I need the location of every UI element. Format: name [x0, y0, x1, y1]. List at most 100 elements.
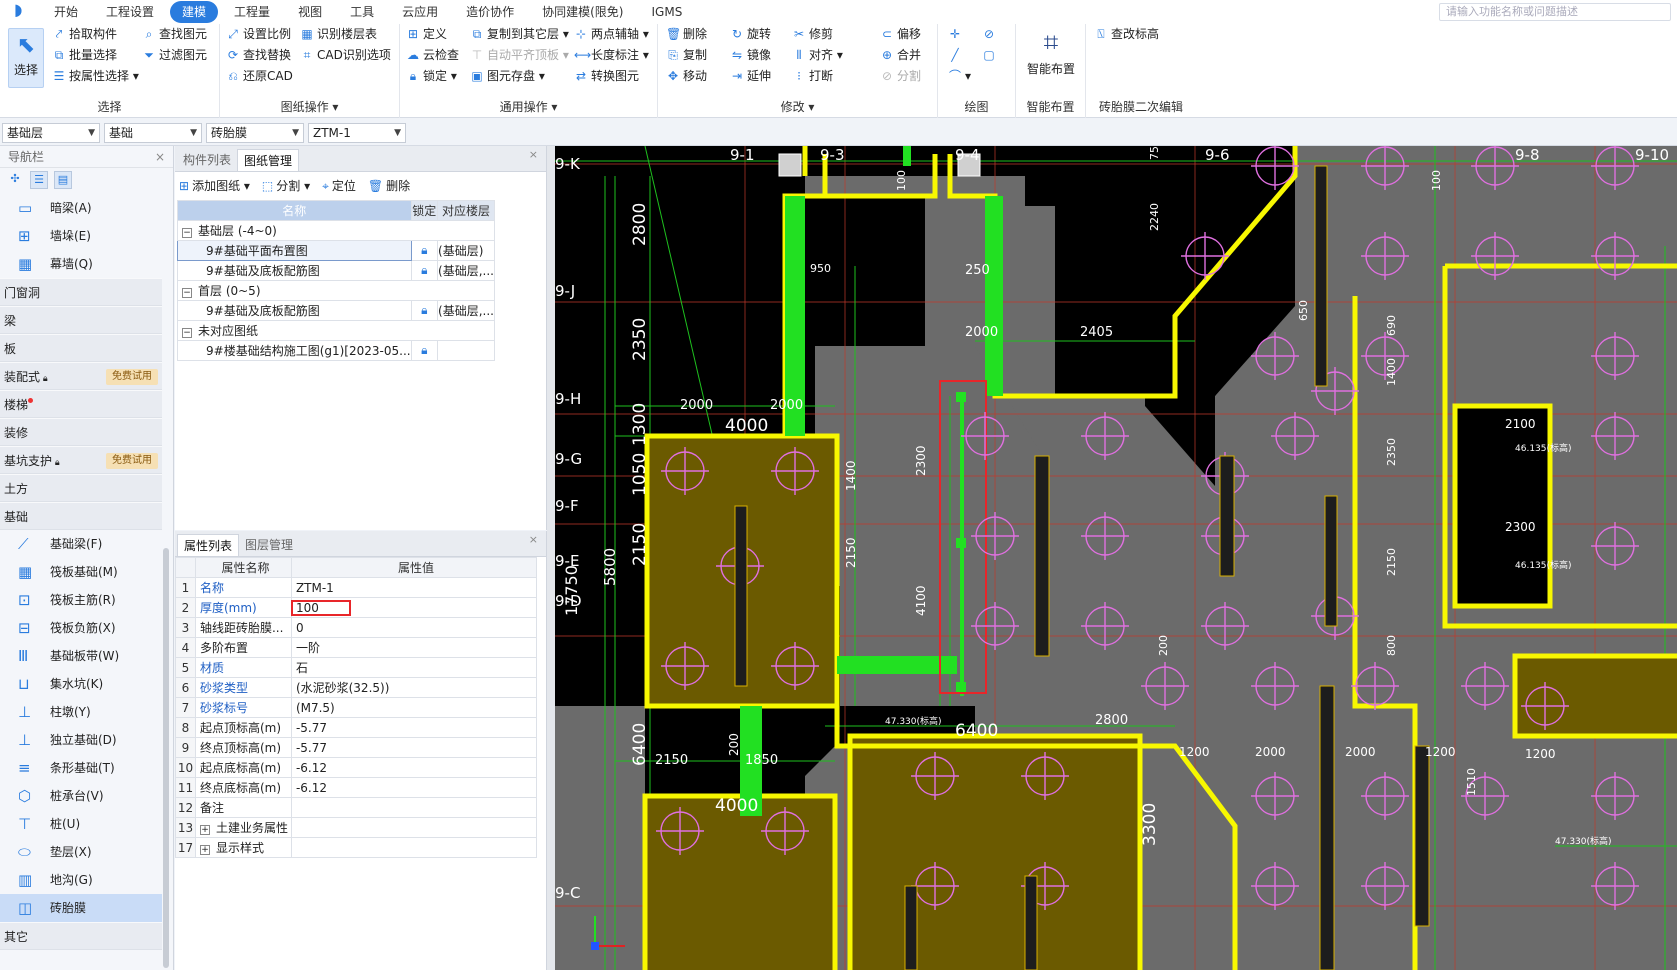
property-row[interactable]: 5 材质 石	[175, 657, 538, 678]
select-by-property-button[interactable]: ☰ 按属性选择 ▾	[52, 66, 139, 86]
property-value[interactable]: -5.77	[290, 737, 538, 758]
property-row[interactable]: 1 名称 ZTM-1	[175, 577, 538, 598]
two-point-axis-button[interactable]: ⊹ 两点辅轴 ▾	[574, 24, 649, 44]
tab-layer-management[interactable]: 图层管理	[239, 534, 299, 556]
copy-to-other-floor-button[interactable]: ⧉ 复制到其它层 ▾	[470, 24, 569, 44]
property-value[interactable]: 0	[290, 617, 538, 638]
property-row[interactable]: 9 终点顶标高(m) -5.77	[175, 737, 538, 758]
property-value[interactable]: (水泥砂浆(32.5))	[290, 677, 538, 698]
expand-icon[interactable]: +	[199, 845, 210, 855]
nav-item-15[interactable]: ⊟ 筏板负筋(X)	[0, 614, 162, 642]
property-row[interactable]: 12 备注	[175, 797, 538, 818]
list-view-icon[interactable]: ☰	[30, 171, 48, 189]
nav-item-4[interactable]: 梁	[0, 306, 162, 334]
property-row[interactable]: 8 起点顶标高(m) -5.77	[175, 717, 538, 738]
property-row[interactable]: 11 终点底标高(m) -6.12	[175, 777, 538, 798]
lock-icon[interactable]: 🔒︎	[410, 300, 439, 321]
move-button[interactable]: ✥ 移动	[666, 66, 707, 86]
free-trial-badge[interactable]: 免费试用	[106, 369, 158, 385]
property-row[interactable]: 2 厚度(mm) 100	[175, 597, 538, 618]
menu-tab-4[interactable]: 视图	[284, 1, 336, 23]
collapse-icon[interactable]: −	[182, 328, 192, 338]
copy-button[interactable]: ⎘ 复制	[666, 45, 707, 65]
arc-tool[interactable]: ⌒ ▾	[948, 66, 971, 86]
mirror-button[interactable]: ⇋ 镜像	[730, 45, 771, 65]
column-header-lock[interactable]: 锁定	[410, 200, 439, 221]
nav-item-12[interactable]: ⟋ 基础梁(F)	[0, 530, 162, 558]
line-tool[interactable]: ╱	[948, 45, 965, 65]
nav-item-17[interactable]: ⊔ 集水坑(K)	[0, 670, 162, 698]
menu-tab-7[interactable]: 造价协作	[452, 1, 528, 23]
restore-cad-button[interactable]: ⎌ 还原CAD	[226, 66, 293, 86]
nav-item-23[interactable]: ⬭ 垫层(X)	[0, 838, 162, 866]
tab-property-list[interactable]: 属性列表	[177, 534, 240, 556]
point-tool[interactable]: ✛	[948, 24, 965, 44]
type-select[interactable]: 砖胎膜 ▼	[206, 123, 304, 143]
menu-tab-2[interactable]: 建模	[170, 1, 219, 23]
expand-icon[interactable]: +	[199, 825, 210, 835]
property-row[interactable]: 3 轴线距砖胎膜... 0	[175, 617, 538, 638]
auto-align-top-button[interactable]: ⊤ 自动平齐顶板 ▾	[470, 45, 569, 65]
nav-item-18[interactable]: ⊥ 柱墩(Y)	[0, 698, 162, 726]
locate-button[interactable]: ⌖ 定位	[322, 177, 356, 194]
cad-options-button[interactable]: ⌗ CAD识别选项	[300, 45, 391, 65]
nav-item-8[interactable]: 装修	[0, 418, 162, 446]
rotate-button[interactable]: ↻ 旋转	[730, 24, 771, 44]
rect-tool[interactable]: ▢	[982, 45, 999, 65]
property-value[interactable]: ZTM-1	[290, 577, 538, 598]
nav-item-16[interactable]: Ⅲ 基础板带(W)	[0, 642, 162, 670]
nav-item-19[interactable]: ⊥ 独立基础(D)	[0, 726, 162, 754]
nav-item-5[interactable]: 板	[0, 334, 162, 362]
edit-elevation-button[interactable]: ⍂ 查改标高	[1094, 24, 1159, 44]
find-replace-button[interactable]: ⟳ 查找替换	[226, 45, 291, 65]
nav-item-14[interactable]: ⊡ 筏板主筋(R)	[0, 586, 162, 614]
recognize-floor-table-button[interactable]: ▦ 识别楼层表	[300, 24, 377, 44]
property-row[interactable]: 13 + 土建业务属性	[175, 817, 538, 838]
nav-item-0[interactable]: ▭ 暗梁(A)	[0, 194, 162, 222]
cloud-check-button[interactable]: ☁ 云检查	[406, 45, 459, 65]
trim-button[interactable]: ✂ 修剪	[792, 24, 833, 44]
nav-item-1[interactable]: ⊞ 墙垛(E)	[0, 222, 162, 250]
select-button[interactable]: ⬉ 选择	[8, 28, 44, 88]
property-row[interactable]: 6 砂浆类型 (水泥砂浆(32.5))	[175, 677, 538, 698]
drawing-row[interactable]: 9#基础平面布置图 🔒︎ (基础层)	[177, 240, 495, 261]
menu-tab-9[interactable]: IGMS	[638, 1, 697, 23]
drawing-row[interactable]: − 首层 (0~5)	[177, 280, 495, 301]
extend-button[interactable]: ⇥ 延伸	[730, 66, 771, 86]
component-select[interactable]: ZTM-1 ▼	[308, 123, 406, 143]
floor-select[interactable]: 基础层 ▼	[2, 123, 100, 143]
property-row[interactable]: 4 多阶布置 一阶	[175, 637, 538, 658]
nav-item-3[interactable]: 门窗洞	[0, 278, 162, 306]
nav-item-20[interactable]: ≡ 条形基础(T)	[0, 754, 162, 782]
drawing-row[interactable]: 9#基础及底板配筋图 🔒︎ (基础层,...	[177, 260, 495, 281]
split-button[interactable]: ⊘ 分割	[880, 66, 921, 86]
add-drawing-button[interactable]: ⊞ 添加图纸 ▾	[179, 177, 250, 194]
property-row[interactable]: 10 起点底标高(m) -6.12	[175, 757, 538, 778]
floor-plan-drawing[interactable]: 9-1 9-3 9-4 9-6 9-8 9-109-K9-J9-H9-G9-F9-E9-D…	[555, 146, 1677, 970]
category-select[interactable]: 基础 ▼	[104, 123, 202, 143]
nav-item-21[interactable]: ⬡ 桩承台(V)	[0, 782, 162, 810]
collapse-icon[interactable]: −	[182, 288, 192, 298]
pin-icon[interactable]: ✣	[6, 171, 24, 189]
property-value[interactable]	[290, 837, 538, 858]
nav-item-25[interactable]: ◫ 砖胎膜	[0, 894, 162, 922]
group-title-common[interactable]: 通用操作 ▾	[400, 98, 657, 115]
nav-item-26[interactable]: 其它	[0, 922, 162, 950]
menu-tab-6[interactable]: 云应用	[388, 1, 452, 23]
rotate-point-tool[interactable]: ⊘	[982, 24, 999, 44]
nav-item-11[interactable]: 基础	[0, 502, 162, 530]
menu-tab-0[interactable]: 开始	[40, 1, 92, 23]
tab-component-list[interactable]: 构件列表	[177, 149, 237, 171]
lock-icon[interactable]: 🔒︎	[410, 260, 439, 281]
nav-item-22[interactable]: ⊤ 桩(U)	[0, 810, 162, 838]
nav-item-10[interactable]: 土方	[0, 474, 162, 502]
define-button[interactable]: ⊞ 定义	[406, 24, 447, 44]
property-value[interactable]: -5.77	[290, 717, 538, 738]
find-element-button[interactable]: ⌕ 查找图元	[142, 24, 207, 44]
collapse-icon[interactable]: −	[182, 228, 192, 238]
close-icon[interactable]: ×	[155, 146, 165, 168]
menu-tab-1[interactable]: 工程设置	[92, 1, 168, 23]
delete-drawing-button[interactable]: 🗑︎ 删除	[368, 177, 410, 194]
property-value[interactable]: 石	[290, 657, 538, 678]
nav-item-6[interactable]: 装配式 🔒︎ 免费试用	[0, 362, 162, 390]
